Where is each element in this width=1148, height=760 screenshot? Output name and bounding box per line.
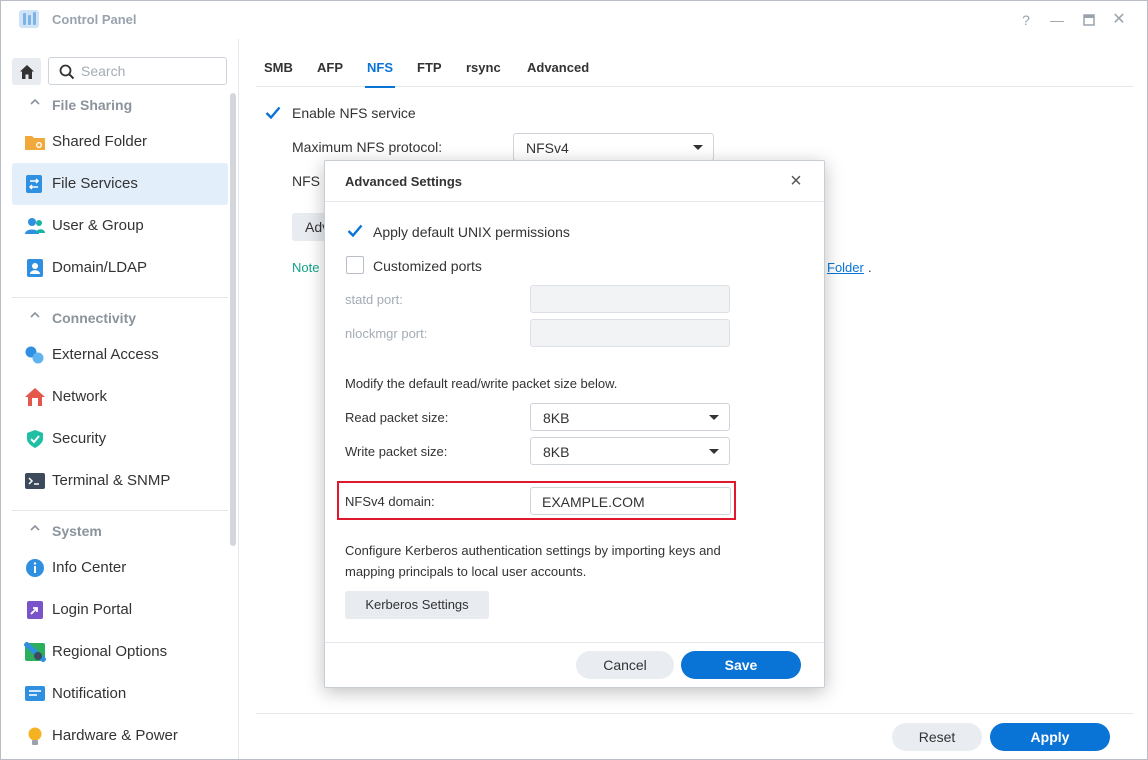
customized-ports-checkbox[interactable]	[346, 256, 364, 274]
user-group-icon	[25, 218, 45, 234]
tab-bar: SMB AFP NFS FTP rsync Advanced	[256, 53, 1133, 88]
sidebar-item-file-services[interactable]: File Services	[12, 163, 228, 205]
chevron-up-icon	[30, 524, 40, 531]
sidebar-item-network[interactable]: Network	[12, 376, 228, 418]
tab-nfs[interactable]: NFS	[365, 60, 395, 88]
caret-down-icon	[709, 449, 719, 454]
dialog-header-divider	[325, 201, 824, 202]
control-panel-app-icon	[19, 10, 39, 28]
folder-share-icon	[25, 136, 45, 150]
sidebar: File Sharing Shared Folder File Services…	[1, 39, 239, 759]
section-system[interactable]: System	[12, 520, 228, 544]
nfsv4-domain-highlight	[337, 481, 736, 520]
close-window-icon[interactable]: ✕	[1109, 10, 1129, 30]
apply-unix-permissions-checkbox[interactable]	[346, 222, 364, 240]
packet-size-info: Modify the default read/write packet siz…	[345, 376, 618, 391]
file-services-icon	[26, 175, 42, 193]
title-bar: Control Panel ? — ✕	[1, 1, 1147, 39]
bulb-icon	[28, 727, 42, 745]
sidebar-item-shared-folder[interactable]: Shared Folder	[12, 121, 228, 163]
enable-nfs-label: Enable NFS service	[292, 105, 416, 121]
link-suffix: .	[868, 260, 872, 275]
sidebar-scrollbar[interactable]	[230, 93, 236, 546]
sidebar-item-hardware-power[interactable]: Hardware & Power	[12, 715, 228, 757]
shared-folder-link[interactable]: Folder	[827, 260, 864, 275]
login-portal-icon	[27, 601, 43, 619]
tab-advanced[interactable]: Advanced	[527, 60, 589, 75]
statd-port-input[interactable]	[530, 285, 730, 313]
caret-down-icon	[709, 415, 719, 420]
info-icon	[26, 559, 44, 577]
sidebar-item-notification[interactable]: Notification	[12, 673, 228, 715]
network-icon	[25, 388, 45, 406]
kerberos-description-line-2: mapping principals to local user account…	[345, 564, 587, 579]
home-button[interactable]	[12, 58, 41, 85]
external-access-icon	[25, 346, 44, 364]
checkmark-icon	[265, 106, 281, 120]
sidebar-divider	[12, 297, 228, 298]
maximize-icon[interactable]	[1079, 10, 1099, 30]
search-icon	[59, 64, 75, 80]
kerberos-settings-button[interactable]: Kerberos Settings	[345, 591, 489, 619]
kerberos-description-line-1: Configure Kerberos authentication settin…	[345, 543, 721, 558]
nlockmgr-port-input[interactable]	[530, 319, 730, 347]
home-icon	[19, 64, 34, 79]
checkmark-icon	[347, 224, 363, 238]
dialog-footer-divider	[325, 642, 824, 643]
close-icon[interactable]: ×	[786, 171, 806, 191]
write-packet-size-label: Write packet size:	[345, 444, 448, 459]
reset-button[interactable]: Reset	[892, 723, 982, 751]
tab-smb[interactable]: SMB	[264, 60, 293, 75]
nlockmgr-port-label: nlockmgr port:	[345, 326, 428, 341]
read-packet-size-select[interactable]: 8KB	[530, 403, 730, 431]
write-packet-size-select[interactable]: 8KB	[530, 437, 730, 465]
sidebar-item-info-center[interactable]: Info Center	[12, 547, 228, 589]
sidebar-item-regional-options[interactable]: Regional Options	[12, 631, 228, 673]
customized-ports-label: Customized ports	[373, 258, 482, 274]
tab-ftp[interactable]: FTP	[417, 60, 442, 75]
footer-divider	[256, 713, 1133, 714]
caret-down-icon	[693, 145, 703, 150]
cancel-button[interactable]: Cancel	[576, 651, 674, 679]
terminal-icon	[25, 473, 45, 489]
help-icon[interactable]: ?	[1016, 10, 1036, 30]
advanced-settings-dialog: Advanced Settings × Apply default UNIX p…	[324, 160, 825, 688]
notification-icon	[25, 686, 45, 701]
read-packet-size-label: Read packet size:	[345, 410, 449, 425]
domain-ldap-icon	[27, 259, 43, 277]
tab-rsync[interactable]: rsync	[466, 60, 501, 75]
statd-port-label: statd port:	[345, 292, 403, 307]
chevron-up-icon	[30, 98, 40, 105]
tab-afp[interactable]: AFP	[317, 60, 343, 75]
apply-unix-permissions-label: Apply default UNIX permissions	[373, 224, 570, 240]
section-connectivity[interactable]: Connectivity	[12, 307, 228, 331]
shield-icon	[27, 430, 43, 448]
sidebar-item-login-portal[interactable]: Login Portal	[12, 589, 228, 631]
sidebar-item-user-group[interactable]: User & Group	[12, 205, 228, 247]
control-panel-window: Control Panel ? — ✕ File Sharing Shared …	[0, 0, 1148, 760]
sidebar-item-domain-ldap[interactable]: Domain/LDAP	[12, 247, 228, 289]
dialog-title: Advanced Settings	[345, 174, 463, 189]
note-text: Note	[292, 260, 320, 275]
section-file-sharing[interactable]: File Sharing	[12, 94, 228, 118]
regional-options-icon	[24, 642, 46, 662]
save-button[interactable]: Save	[681, 651, 801, 679]
chevron-up-icon	[30, 311, 40, 318]
window-title: Control Panel	[52, 12, 137, 27]
sidebar-item-terminal-snmp[interactable]: Terminal & SNMP	[12, 460, 228, 502]
search-input[interactable]	[81, 61, 221, 81]
sidebar-divider	[12, 510, 228, 511]
max-protocol-select[interactable]: NFSv4	[513, 133, 714, 161]
sidebar-item-security[interactable]: Security	[12, 418, 228, 460]
apply-button[interactable]: Apply	[990, 723, 1110, 751]
enable-nfs-checkbox[interactable]	[264, 104, 282, 122]
search-box[interactable]	[48, 57, 227, 85]
sidebar-item-external-access[interactable]: External Access	[12, 334, 228, 376]
minimize-icon[interactable]: —	[1047, 10, 1067, 30]
max-protocol-label: Maximum NFS protocol:	[292, 139, 443, 155]
